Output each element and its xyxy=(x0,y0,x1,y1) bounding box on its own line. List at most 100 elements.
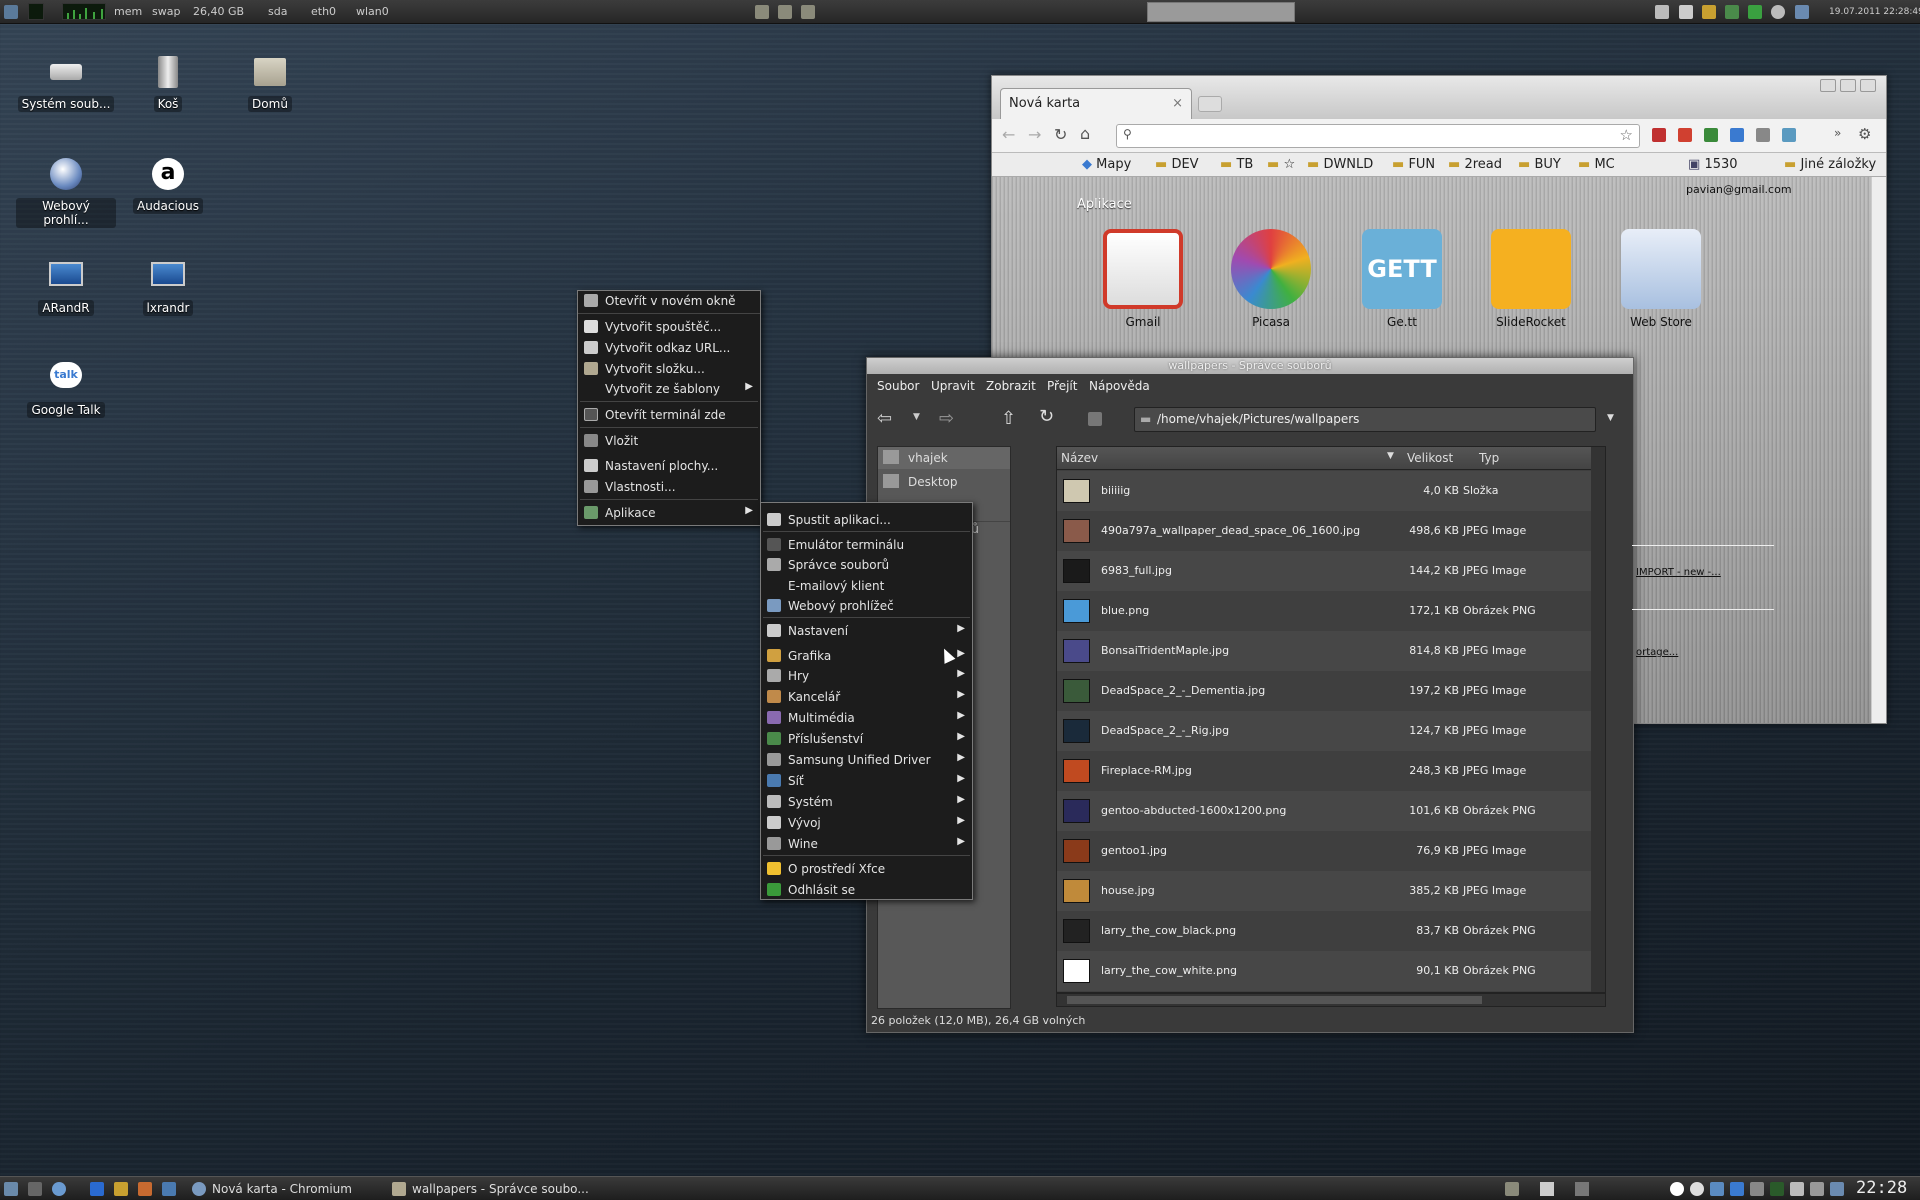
green-icon[interactable] xyxy=(1748,5,1762,19)
folder-icon[interactable] xyxy=(801,5,815,19)
app-menu-item[interactable]: Síť ▶ xyxy=(761,772,972,790)
workspace-1[interactable] xyxy=(1540,1182,1554,1196)
workspace-2[interactable] xyxy=(1575,1182,1589,1196)
menu-item-desktop-settings[interactable]: Nastavení plochy... xyxy=(578,457,760,475)
chevron-down-icon[interactable]: ▼ xyxy=(913,412,920,422)
network-icon[interactable] xyxy=(1750,1182,1764,1196)
reload-icon[interactable]: ↻ xyxy=(1039,406,1054,427)
file-row[interactable]: BonsaiTridentMaple.jpg 814,8 KB JPEG Image xyxy=(1057,631,1605,671)
menu-go[interactable]: Přejít xyxy=(1047,379,1077,393)
file-row[interactable]: DeadSpace_2_-_Rig.jpg 124,7 KB JPEG Image xyxy=(1057,711,1605,751)
desktop-icon-arandr[interactable]: ARandR xyxy=(16,256,116,316)
bookmark-folder[interactable]: ▬ BUY xyxy=(1518,157,1561,172)
desktop-icon-lxrandr[interactable]: lxrandr xyxy=(118,256,218,316)
file-row[interactable]: larry_the_cow_white.png 90,1 KB Obrázek PN… xyxy=(1057,951,1605,991)
app-menu-item[interactable]: Hry ▶ xyxy=(761,667,972,685)
file-row[interactable]: 6983_full.jpg 144,2 KB JPEG Image xyxy=(1057,551,1605,591)
task-chromium[interactable]: Nová karta - Chromium xyxy=(190,1180,380,1198)
apps-section-header[interactable]: Aplikace xyxy=(1077,197,1132,212)
menu-item-open-terminal[interactable]: Otevřít terminál zde xyxy=(578,406,760,424)
app-picasa[interactable]: Picasa xyxy=(1216,229,1326,329)
app-menu-item[interactable]: O prostředí Xfce xyxy=(761,860,972,878)
extension-icon[interactable] xyxy=(1782,128,1796,142)
browser-icon[interactable] xyxy=(52,1182,66,1196)
page-scrollbar[interactable] xyxy=(1871,177,1886,723)
app-menu-item[interactable]: Vývoj ▶ xyxy=(761,814,972,832)
app-gmail[interactable]: Gmail xyxy=(1088,229,1198,329)
chevron-down-icon[interactable]: ▼ xyxy=(1607,413,1614,423)
close-tab-icon[interactable]: × xyxy=(1172,96,1183,111)
folder-icon[interactable] xyxy=(755,5,769,19)
sidebar-item-home[interactable]: vhajek xyxy=(878,447,1010,469)
menu-item-create-launcher[interactable]: Vytvořit spouštěč... xyxy=(578,318,760,336)
menu-view[interactable]: Zobrazit xyxy=(986,379,1036,393)
column-type[interactable]: Typ xyxy=(1479,451,1499,465)
menu-item-applications[interactable]: Aplikace ▶ xyxy=(578,504,760,522)
folder-icon[interactable] xyxy=(778,5,792,19)
side-link[interactable]: IMPORT - new -... xyxy=(1636,567,1721,578)
file-row[interactable]: Fireplace-RM.jpg 248,3 KB JPEG Image xyxy=(1057,751,1605,791)
menu-item-properties[interactable]: Vlastnosti... xyxy=(578,478,760,496)
bookmark-folder[interactable]: ▬ 2read xyxy=(1448,157,1502,172)
file-row[interactable]: house.jpg 385,2 KB JPEG Image xyxy=(1057,871,1605,911)
app-sliderocket[interactable]: SlideRocket xyxy=(1476,229,1586,329)
file-row[interactable]: larry_the_cow_black.png 83,7 KB Obrázek PN… xyxy=(1057,911,1605,951)
menu-item-paste[interactable]: Vložit xyxy=(578,432,760,450)
tray-icon[interactable] xyxy=(1730,1182,1744,1196)
app-menu-item[interactable]: E-mailový klient xyxy=(761,577,972,595)
reload-icon[interactable]: ↻ xyxy=(1054,125,1067,144)
overflow-icon[interactable]: » xyxy=(1834,126,1841,140)
app-menu-item[interactable]: Systém ▶ xyxy=(761,793,972,811)
extension-icon[interactable] xyxy=(1730,128,1744,142)
file-row[interactable]: DeadSpace_2_-_Dementia.jpg 197,2 KB JPEG I… xyxy=(1057,671,1605,711)
app-menu-item[interactable]: Správce souborů xyxy=(761,556,972,574)
active-window-indicator[interactable] xyxy=(1147,2,1295,22)
forward-icon[interactable]: ⇨ xyxy=(939,408,954,429)
vertical-scrollbar[interactable] xyxy=(1591,447,1605,992)
tray-icon[interactable] xyxy=(1710,1182,1724,1196)
task-file-manager[interactable]: wallpapers - Správce soubo... xyxy=(390,1180,590,1198)
extension-icon[interactable] xyxy=(1704,128,1718,142)
column-name[interactable]: Název xyxy=(1061,451,1098,465)
file-row[interactable]: 490a797a_wallpaper_dead_space_06_1600.jp… xyxy=(1057,511,1605,551)
desktop-icon-home[interactable]: Domů xyxy=(220,52,320,112)
file-row[interactable]: gentoo-abducted-1600x1200.png 101,6 KB Obr… xyxy=(1057,791,1605,831)
terminal-icon[interactable] xyxy=(28,1182,42,1196)
column-size[interactable]: Velikost xyxy=(1407,451,1453,465)
notes-icon[interactable] xyxy=(1655,5,1669,19)
desktop-icon-filesystem[interactable]: Systém soub... xyxy=(16,52,116,112)
bookmark-folder[interactable]: ▬ DEV xyxy=(1155,157,1199,172)
side-link[interactable]: ortage... xyxy=(1636,647,1678,658)
editor-icon[interactable] xyxy=(138,1182,152,1196)
bookmark-folder[interactable]: ▬ DWNLD xyxy=(1307,157,1373,172)
volume-icon[interactable] xyxy=(1830,1182,1844,1196)
menu-file[interactable]: Soubor xyxy=(877,379,919,393)
desktop-icon-audacious[interactable]: a Audacious xyxy=(118,154,218,214)
gmail-icon[interactable] xyxy=(1678,128,1692,142)
display-icon[interactable] xyxy=(1810,1182,1824,1196)
app-menu-item[interactable]: Webový prohlížeč xyxy=(761,597,972,615)
bookmark-folder[interactable]: ▬ FUN xyxy=(1392,157,1435,172)
close-button[interactable] xyxy=(1860,79,1876,92)
app-menu-item[interactable]: Kancelář ▶ xyxy=(761,688,972,706)
menu-icon[interactable] xyxy=(4,5,18,19)
other-bookmarks[interactable]: ▬ Jiné záložky xyxy=(1784,157,1876,172)
app-web-store[interactable]: Web Store xyxy=(1606,229,1716,329)
menu-item-open-new-window[interactable]: Otevřít v novém okně xyxy=(578,292,760,314)
file-row[interactable]: biiiiig 4,0 KB Složka xyxy=(1057,471,1605,511)
menu-help[interactable]: Nápověda xyxy=(1089,379,1150,393)
menu-item-create-url[interactable]: Vytvořit odkaz URL... xyxy=(578,339,760,357)
battery-icon[interactable] xyxy=(1790,1182,1804,1196)
horizontal-scrollbar[interactable] xyxy=(1056,993,1606,1007)
app-menu-item[interactable]: Samsung Unified Driver ▶ xyxy=(761,751,972,769)
network-icon[interactable] xyxy=(1795,5,1809,19)
app-gett[interactable]: GETT Ge.tt xyxy=(1347,229,1457,329)
chat-icon[interactable] xyxy=(1679,5,1693,19)
desktop-icon-google-talk[interactable]: talk Google Talk xyxy=(16,358,116,418)
sidebar-item-desktop[interactable]: Desktop xyxy=(878,471,1010,493)
app-menu-item[interactable]: Odhlásit se xyxy=(761,881,972,899)
app-icon[interactable] xyxy=(1725,5,1739,19)
sort-icon[interactable]: ▼ xyxy=(1387,451,1394,461)
menu-item-create-from-template[interactable]: Vytvořit ze šablony ▶ xyxy=(578,380,760,398)
home-icon[interactable]: ⌂ xyxy=(1080,124,1090,143)
